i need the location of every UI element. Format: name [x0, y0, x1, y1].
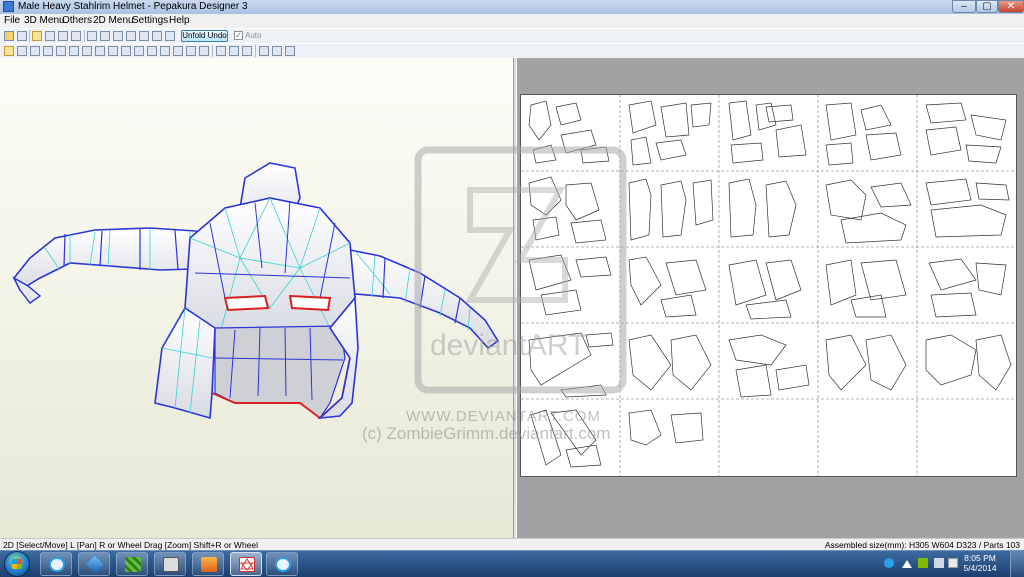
align-icon[interactable]	[147, 46, 157, 56]
start-button[interactable]	[4, 551, 30, 577]
clock-date: 5/4/2014	[963, 563, 997, 573]
show-flaps-icon[interactable]	[95, 46, 105, 56]
title-bar: Male Heavy Stahlrim Helmet - Pepakura De…	[0, 0, 1024, 15]
right-eye-slit	[288, 294, 332, 312]
unfold-undo-button[interactable]: Unfold Undo	[181, 30, 228, 42]
flip-icon[interactable]	[160, 46, 170, 56]
texture-tool-icon	[125, 557, 141, 572]
page-settings-icon[interactable]	[229, 46, 239, 56]
main-toolbar: Unfold Undo ✓ Auto	[0, 28, 1024, 44]
secondary-toolbar	[0, 43, 1024, 59]
disconnect-icon[interactable]	[126, 31, 136, 41]
window-title: Male Heavy Stahlrim Helmet - Pepakura De…	[18, 1, 248, 12]
taskbar-internet-explorer[interactable]	[40, 552, 72, 576]
join-icon[interactable]	[113, 31, 123, 41]
menu-bar: File 3D Menu Others 2D Menu Settings Hel…	[0, 14, 1024, 28]
auto-checkbox[interactable]: ✓	[234, 31, 243, 40]
taskbar-internet-explorer-2[interactable]	[266, 552, 298, 576]
show-edges-icon[interactable]	[69, 46, 79, 56]
page-layout-icon[interactable]	[216, 46, 226, 56]
menu-others[interactable]: Others	[62, 14, 92, 28]
toolbar-separator	[255, 45, 256, 57]
taskbar-pepakura-designer[interactable]	[230, 552, 262, 576]
zoom-out-icon[interactable]	[272, 46, 282, 56]
zoom-in-icon[interactable]	[259, 46, 269, 56]
view-3d-icon[interactable]	[30, 46, 40, 56]
show-faces-icon[interactable]	[82, 46, 92, 56]
select-icon[interactable]	[165, 31, 175, 41]
right-horn	[339, 247, 500, 350]
save-icon[interactable]	[17, 31, 27, 41]
unfold-icon[interactable]	[32, 31, 42, 41]
taskbar-texture-tool[interactable]	[116, 552, 148, 576]
view-2d-icon[interactable]	[43, 46, 53, 56]
close-button[interactable]: ✕	[998, 0, 1024, 13]
mirror-icon[interactable]	[173, 46, 183, 56]
unfolded-parts[interactable]	[528, 100, 1012, 468]
network-tray-icon[interactable]	[918, 558, 928, 568]
watermark-copyright: (c) ZombieGrimm.deviantart.com	[362, 424, 611, 443]
rotate-icon[interactable]	[139, 31, 149, 41]
3d-modeler-icon	[86, 555, 104, 574]
helmet-dome	[184, 197, 356, 334]
show-hidden-icons-icon[interactable]	[902, 560, 912, 568]
left-cheek-guard	[154, 306, 216, 420]
edit-icon[interactable]	[87, 31, 97, 41]
internet-explorer-icon	[49, 557, 65, 572]
pepakura-icon	[239, 557, 255, 572]
menu-help[interactable]: Help	[169, 14, 190, 28]
zoom-icon[interactable]	[186, 46, 196, 56]
menu-settings[interactable]: Settings	[132, 14, 168, 28]
move-icon[interactable]	[152, 31, 162, 41]
toolbar-separator	[212, 45, 213, 57]
3d-view-panel[interactable]	[0, 58, 513, 538]
scale-icon[interactable]	[71, 31, 81, 41]
left-eye-slit	[223, 294, 270, 312]
arrange-icon[interactable]	[134, 46, 144, 56]
taskbar-3d-modeler[interactable]	[78, 552, 110, 576]
file-manager-icon	[201, 557, 217, 572]
show-desktop-button[interactable]	[1010, 551, 1024, 577]
clock-time: 8:05 PM	[964, 553, 996, 563]
menu-file[interactable]: File	[4, 14, 20, 28]
lighting-icon[interactable]	[58, 31, 68, 41]
numbering-icon[interactable]	[121, 46, 131, 56]
open-icon[interactable]	[4, 31, 14, 41]
box-select-icon[interactable]	[17, 46, 27, 56]
help-tray-icon[interactable]	[884, 558, 894, 568]
internet-explorer-icon	[275, 557, 291, 572]
paint-icon[interactable]	[56, 46, 66, 56]
pepakura-app-icon[interactable]	[3, 1, 14, 12]
toolbar-separator	[84, 30, 85, 42]
menu-3d[interactable]: 3D Menu	[24, 14, 65, 28]
taskbar: 8:05 PM 5/4/2014	[0, 550, 1024, 577]
minimize-button[interactable]: ‒	[952, 0, 976, 13]
action-center-tray-icon[interactable]	[948, 558, 958, 568]
auto-label: Auto	[245, 31, 262, 40]
fit-icon[interactable]	[285, 46, 295, 56]
maximize-button[interactable]: ▢	[976, 0, 998, 13]
helmet-3d-model[interactable]	[0, 58, 513, 538]
taskbar-media-app[interactable]	[154, 552, 186, 576]
select-arrow-icon[interactable]	[4, 46, 14, 56]
menu-2d[interactable]: 2D Menu	[93, 14, 134, 28]
windows-logo-icon	[12, 559, 22, 569]
media-app-icon	[163, 557, 179, 572]
fold-lines-icon[interactable]	[108, 46, 118, 56]
system-clock[interactable]: 8:05 PM 5/4/2014	[960, 553, 1000, 573]
texture-icon[interactable]	[45, 31, 55, 41]
2d-view-panel[interactable]	[517, 58, 1024, 538]
watermark-url: WWW.DEVIANTART.COM	[406, 408, 601, 425]
grid-icon[interactable]	[199, 46, 209, 56]
volume-tray-icon[interactable]	[934, 558, 944, 568]
taskbar-file-manager[interactable]	[192, 552, 224, 576]
toolbar-separator	[29, 30, 30, 42]
flap-icon[interactable]	[100, 31, 110, 41]
page-add-icon[interactable]	[242, 46, 252, 56]
